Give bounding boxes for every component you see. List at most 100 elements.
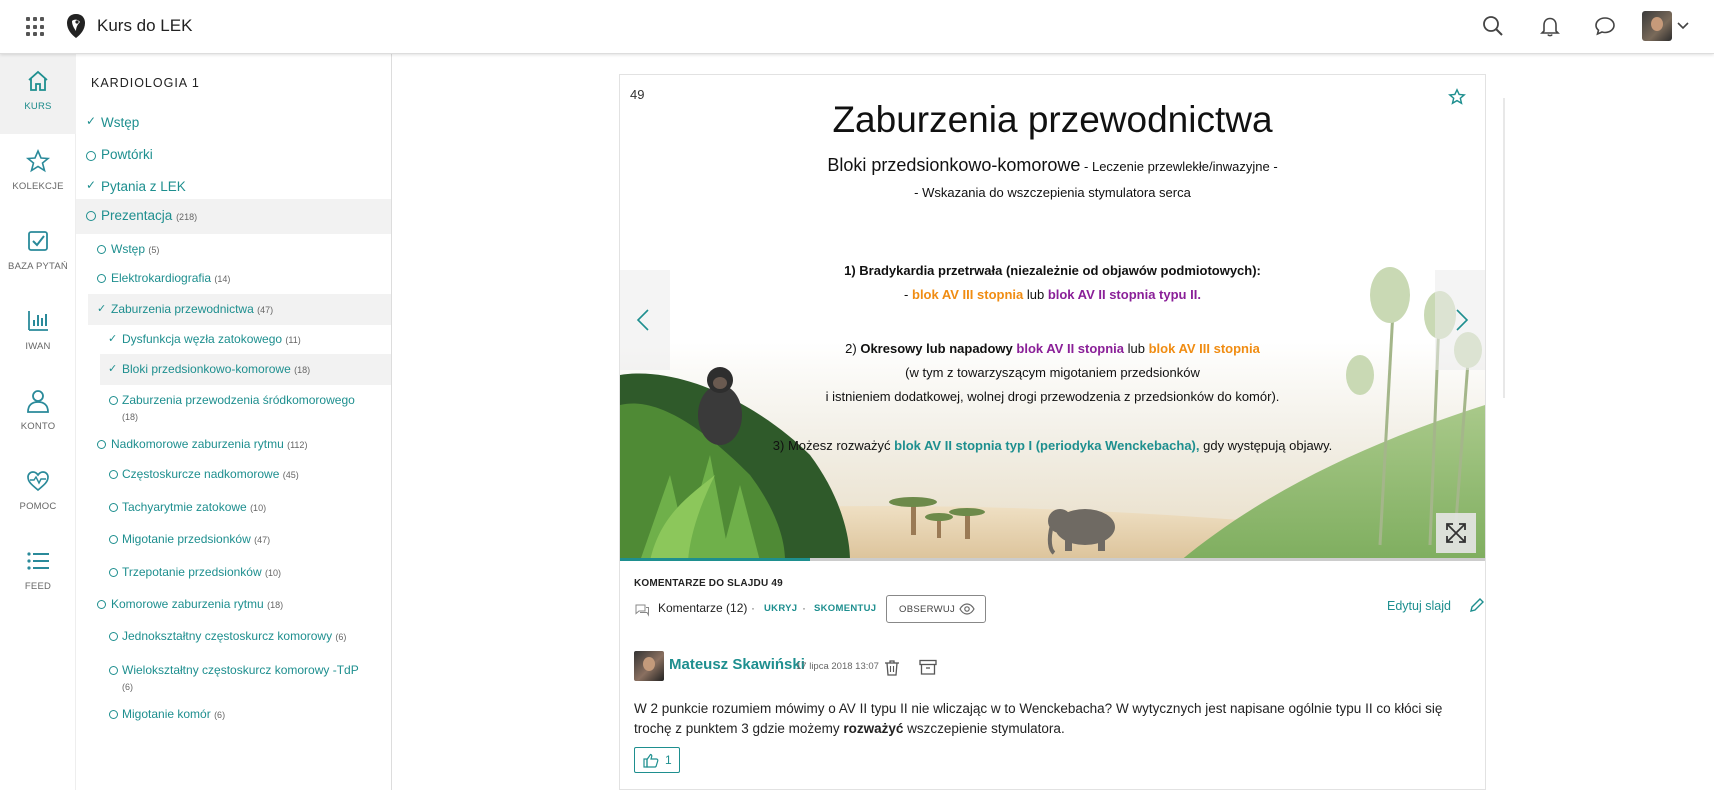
hide-comments-link[interactable]: UKRYJ — [764, 603, 797, 614]
thumbs-up-icon — [643, 753, 659, 768]
checkbox-icon — [28, 231, 48, 251]
check-icon: ✓ — [108, 363, 118, 375]
slide-title: Zaburzenia przewodnictwa — [832, 99, 1273, 140]
toc-item[interactable]: Wielokształtny częstoskurcz komorowy -Td… — [76, 656, 391, 698]
main-content: 49 Zaburzenia przewodnictwa Bloki przeds… — [392, 54, 1714, 790]
fullscreen-button[interactable] — [1436, 513, 1476, 553]
expand-icon — [1446, 523, 1466, 543]
comment-author[interactable]: Mateusz Skawiński — [669, 656, 805, 673]
star-icon — [25, 148, 51, 173]
heart-pulse-icon — [27, 471, 49, 492]
circle-icon — [109, 535, 118, 544]
slide-progress-bar — [620, 558, 1485, 561]
toc-item[interactable]: ✓ Dysfunkcja węzła zatokowego (11) — [88, 325, 391, 354]
point-2-line2: (w tym z towarzyszącym migotaniem przeds… — [905, 365, 1200, 380]
circle-icon — [109, 396, 118, 405]
rail-item-feed[interactable]: FEED — [0, 534, 76, 614]
chevron-left-icon — [636, 309, 649, 331]
circle-icon — [109, 710, 118, 719]
comment-author-avatar[interactable] — [634, 651, 664, 681]
circle-icon — [97, 274, 106, 283]
pencil-icon — [1470, 598, 1484, 612]
check-icon: ✓ — [97, 303, 107, 315]
toc-item[interactable]: Powtórki — [76, 142, 391, 172]
toc-item[interactable]: Nadkomorowe zaburzenia rytmu (112) — [76, 432, 391, 460]
toc-item[interactable]: Jednokształtny częstoskurcz komorowy (6) — [76, 624, 391, 652]
toc-item[interactable]: Trzepotanie przedsionków (10) — [76, 560, 391, 588]
apps-grid-icon[interactable] — [26, 17, 46, 37]
circle-icon — [109, 666, 118, 675]
comment-body: W 2 punkcie rozumiem mówimy o AV II typu… — [634, 701, 1443, 736]
app-title[interactable]: Kurs do LEK — [97, 16, 192, 36]
circle-icon — [97, 245, 106, 254]
toc-heading: KARDIOLOGIA 1 — [91, 76, 200, 90]
point-2-title: 2) Okresowy lub napadowy blok AV II stop… — [845, 341, 1260, 356]
toc-item[interactable]: Częstoskurcze nadkomorowe (45) — [76, 462, 391, 490]
user-icon — [27, 390, 49, 413]
toc-item[interactable]: ✓ Zaburzenia przewodnictwa (47) — [88, 294, 391, 325]
observe-button[interactable]: OBSERWUJ — [886, 595, 986, 623]
jungle-illustration — [620, 75, 1485, 561]
toc-item[interactable]: Migotanie przedsionków (47) — [76, 527, 391, 555]
slide-subtitle: Bloki przedsionkowo-komorowe - Leczenie … — [827, 155, 1278, 175]
bar-chart-icon — [28, 311, 48, 331]
rail-label: BAZA PYTAŃ — [8, 261, 68, 272]
check-icon: ✓ — [86, 114, 97, 128]
rail-item-kurs[interactable]: KURS — [0, 54, 76, 134]
chevron-right-icon — [1456, 309, 1469, 331]
list-icon — [27, 552, 49, 570]
rail-label: IWAN — [25, 341, 51, 352]
archive-icon[interactable] — [919, 659, 937, 675]
next-slide-button[interactable] — [1435, 270, 1485, 370]
comments-heading: KOMENTARZE DO SLAJDU 49 — [634, 578, 783, 589]
toc-item[interactable]: Elektrokardiografia (14) — [76, 266, 391, 294]
eye-icon — [959, 603, 975, 615]
point-1-detail: - blok AV III stopnia lub blok AV II sto… — [904, 287, 1201, 302]
toc-item[interactable]: Wstęp (5) — [76, 237, 391, 265]
bell-icon[interactable] — [1538, 14, 1562, 38]
comments-icon — [635, 604, 649, 617]
circle-icon — [109, 503, 118, 512]
search-icon[interactable] — [1481, 14, 1505, 38]
rail-item-kolekcje[interactable]: KOLEKCJE — [0, 134, 76, 214]
rail-item-pomoc[interactable]: POMOC — [0, 454, 76, 534]
comment-date: 17 lipca 2018 13:07 — [796, 661, 879, 672]
rail-item-baza-pytan[interactable]: BAZA PYTAŃ — [0, 214, 76, 294]
progress-fill — [620, 558, 811, 561]
circle-icon — [97, 440, 106, 449]
check-icon: ✓ — [86, 178, 97, 192]
circle-icon — [109, 470, 118, 479]
rail-item-iwan[interactable]: IWAN — [0, 294, 76, 374]
circle-icon — [109, 568, 118, 577]
point-3: 3) Możesz rozważyć blok AV II stopnia ty… — [772, 438, 1333, 453]
course-toc: KARDIOLOGIA 1 ✓ Wstęp Powtórki ✓ Pytania… — [76, 54, 392, 790]
check-icon: ✓ — [108, 333, 118, 345]
like-count: 1 — [665, 753, 672, 767]
top-bar: Kurs do LEK — [0, 0, 1714, 54]
scrollbar[interactable] — [1503, 98, 1505, 398]
rail-item-konto[interactable]: KONTO — [0, 374, 76, 454]
toc-item[interactable]: Prezentacja (218) — [76, 199, 391, 234]
rail-label: FEED — [24, 581, 52, 592]
toc-item[interactable]: ✓ Wstęp — [76, 110, 391, 140]
circle-icon — [97, 600, 106, 609]
rail-label: KONTO — [20, 421, 56, 432]
slide: 49 Zaburzenia przewodnictwa Bloki przeds… — [620, 75, 1485, 561]
toc-item[interactable]: Migotanie komór (6) — [76, 702, 391, 730]
like-button[interactable]: 1 — [634, 747, 680, 773]
edit-slide-link[interactable]: Edytuj slajd — [1387, 598, 1484, 613]
toc-item[interactable]: Komorowe zaburzenia rytmu (18) — [76, 592, 391, 620]
add-comment-link[interactable]: SKOMENTUJ — [814, 603, 876, 614]
trash-icon[interactable] — [884, 659, 900, 677]
toc-item[interactable]: ✓ Bloki przedsionkowo-komorowe (18) — [100, 354, 391, 385]
rail-label: KURS — [24, 101, 52, 112]
prev-slide-button[interactable] — [620, 270, 670, 370]
chevron-down-icon[interactable] — [1676, 20, 1690, 32]
slide-card: 49 Zaburzenia przewodnictwa Bloki przeds… — [619, 74, 1486, 790]
user-avatar[interactable] — [1642, 11, 1672, 41]
toc-item[interactable]: Tachyarytmie zatokowe (10) — [76, 495, 391, 523]
point-2-line3: i istnieniem dodatkowej, wolnej drogi pr… — [825, 389, 1280, 404]
chat-icon[interactable] — [1593, 14, 1617, 38]
point-1-title: 1) Bradykardia przetrwała (niezależnie o… — [844, 263, 1261, 278]
toc-item[interactable]: Zaburzenia przewodzenia śródkomorowego (1… — [76, 386, 391, 430]
